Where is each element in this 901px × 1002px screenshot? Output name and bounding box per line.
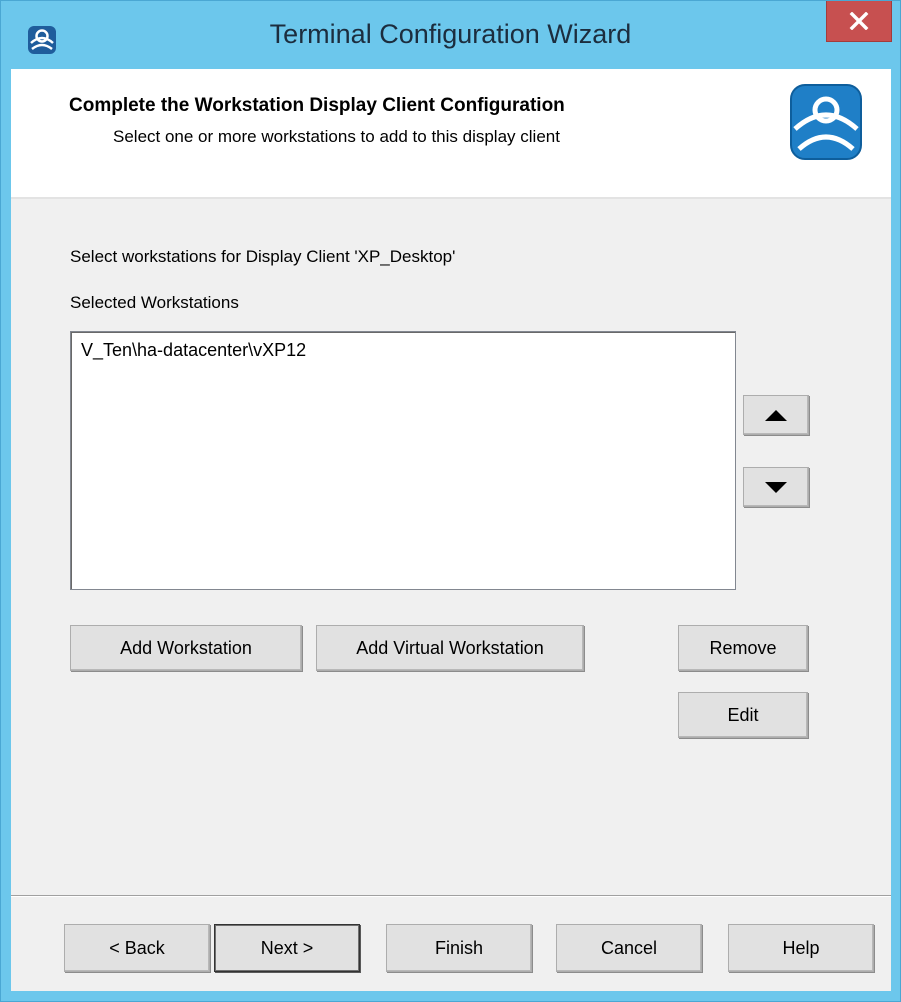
wizard-body: Complete the Workstation Display Client … xyxy=(11,69,891,991)
remove-button[interactable]: Remove xyxy=(678,625,808,671)
window-title: Terminal Configuration Wizard xyxy=(269,19,632,49)
header-divider xyxy=(11,197,891,199)
header-subtitle: Select one or more workstations to add t… xyxy=(113,127,560,146)
finish-button[interactable]: Finish xyxy=(386,924,532,972)
move-up-button[interactable] xyxy=(743,395,809,435)
selected-workstations-label: Selected Workstations xyxy=(70,293,239,312)
next-button[interactable]: Next > xyxy=(214,924,360,972)
triangle-down-icon xyxy=(765,481,787,493)
close-button[interactable] xyxy=(826,1,892,42)
edit-button[interactable]: Edit xyxy=(678,692,808,738)
cancel-button[interactable]: Cancel xyxy=(556,924,702,972)
triangle-up-icon xyxy=(765,409,787,421)
instruction-label: Select workstations for Display Client '… xyxy=(70,247,456,266)
wizard-header: Complete the Workstation Display Client … xyxy=(11,69,891,198)
add-workstation-button[interactable]: Add Workstation xyxy=(70,625,302,671)
wizard-window: Terminal Configuration Wizard Complete t… xyxy=(0,0,901,1002)
footer-separator xyxy=(11,895,891,897)
help-button[interactable]: Help xyxy=(728,924,874,972)
add-virtual-workstation-button[interactable]: Add Virtual Workstation xyxy=(316,625,584,671)
list-item[interactable]: V_Ten\ha-datacenter\vXP12 xyxy=(81,340,306,361)
header-title: Complete the Workstation Display Client … xyxy=(69,95,565,116)
back-button[interactable]: < Back xyxy=(64,924,210,972)
move-down-button[interactable] xyxy=(743,467,809,507)
close-icon xyxy=(849,12,869,30)
thinmanager-logo xyxy=(790,84,862,160)
workstations-listbox[interactable]: V_Ten\ha-datacenter\vXP12 xyxy=(70,331,736,590)
